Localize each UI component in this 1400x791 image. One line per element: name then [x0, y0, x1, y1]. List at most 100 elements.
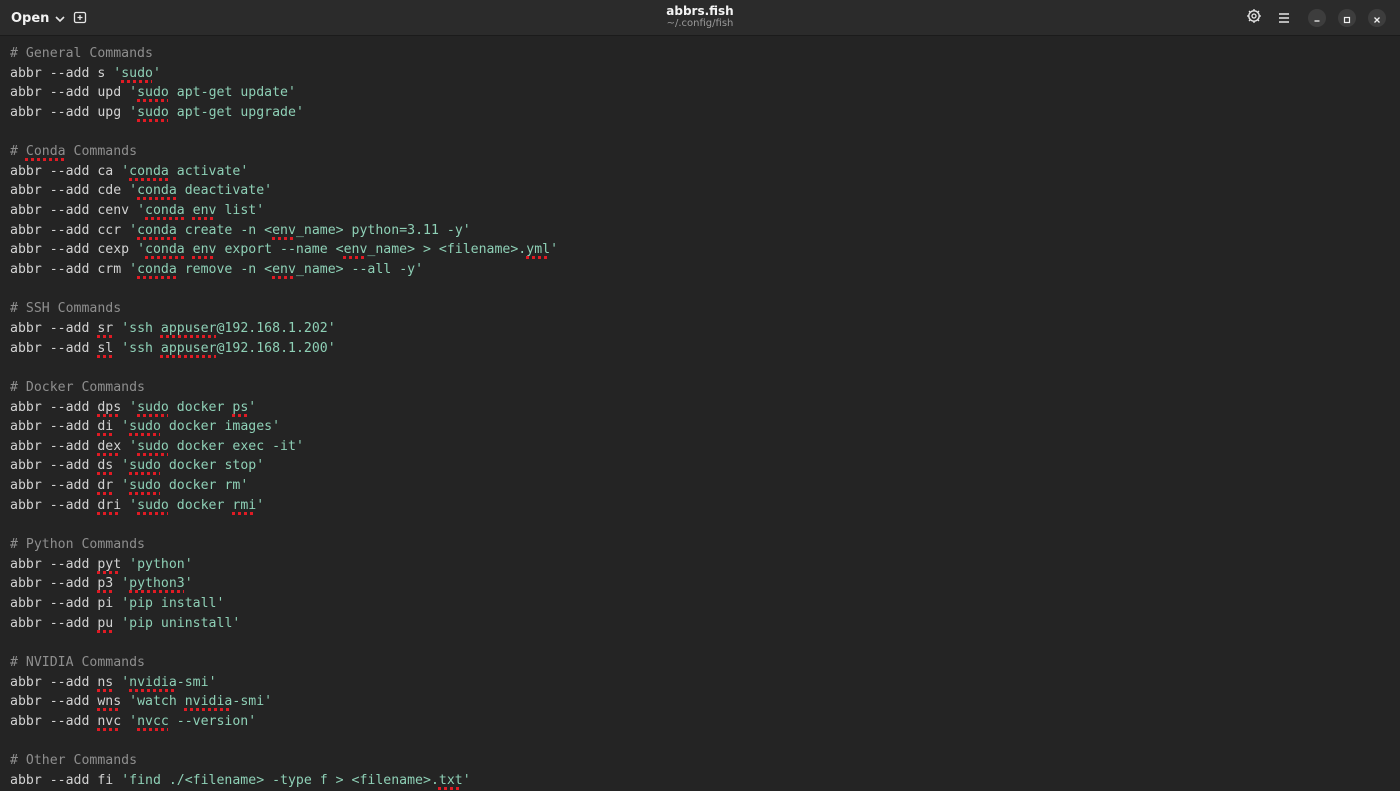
- abbr-keyword: abbr --add: [10, 242, 98, 258]
- abbr-keyword: abbr --add: [10, 399, 98, 415]
- abbr-expansion: 'sudo docker rmi': [129, 497, 265, 513]
- code-line: abbr --add ca 'conda activate': [10, 162, 1400, 182]
- abbr-name: upg: [97, 104, 122, 120]
- abbr-name: cenv: [97, 203, 130, 219]
- abbr-keyword: abbr --add: [10, 674, 98, 690]
- code-line: abbr --add dps 'sudo docker ps': [10, 398, 1400, 418]
- code-line: abbr --add upd 'sudo apt-get update': [10, 83, 1400, 103]
- new-tab-button[interactable]: [68, 6, 92, 30]
- abbr-name: ds: [97, 458, 114, 474]
- abbr-name: cde: [97, 183, 122, 199]
- code-line: abbr --add pi 'pip install': [10, 594, 1400, 614]
- abbr-expansion: 'sudo apt-get update': [129, 85, 296, 101]
- gear-icon: [1246, 8, 1262, 28]
- abbr-name: di: [97, 419, 114, 435]
- code-line: abbr --add p3 'python3': [10, 574, 1400, 594]
- abbr-keyword: abbr --add: [10, 262, 98, 278]
- abbr-expansion: 'sudo docker ps': [129, 399, 257, 415]
- abbr-name: ca: [97, 163, 114, 179]
- abbr-name: sl: [97, 340, 114, 356]
- abbr-expansion: 'sudo docker rm': [121, 478, 249, 494]
- abbr-name: upd: [97, 85, 122, 101]
- code-line: abbr --add cde 'conda deactivate': [10, 181, 1400, 201]
- main-menu-button[interactable]: [1272, 6, 1296, 30]
- code-line: abbr --add di 'sudo docker images': [10, 417, 1400, 437]
- abbr-name: pyt: [97, 556, 122, 572]
- abbr-name: ccr: [97, 222, 122, 238]
- hamburger-menu-icon: [1277, 9, 1291, 28]
- abbr-keyword: abbr --add: [10, 65, 98, 81]
- abbr-name: fi: [97, 772, 114, 788]
- abbr-keyword: abbr --add: [10, 615, 98, 631]
- abbr-keyword: abbr --add: [10, 458, 98, 474]
- abbr-expansion: 'pip install': [121, 595, 225, 611]
- abbr-keyword: abbr --add: [10, 104, 98, 120]
- abbr-name: pu: [97, 615, 114, 631]
- code-line: abbr --add cenv 'conda env list': [10, 201, 1400, 221]
- window-controls: [1242, 6, 1386, 30]
- settings-button[interactable]: [1242, 6, 1266, 30]
- abbr-expansion: 'sudo docker images': [121, 419, 281, 435]
- abbr-name: dps: [97, 399, 122, 415]
- maximize-button[interactable]: [1338, 9, 1356, 27]
- minimize-icon: [1313, 9, 1321, 28]
- abbr-keyword: abbr --add: [10, 438, 98, 454]
- code-line: abbr --add ccr 'conda create -n <env_nam…: [10, 221, 1400, 241]
- abbr-keyword: abbr --add: [10, 556, 98, 572]
- abbr-expansion: 'sudo docker exec -it': [129, 438, 304, 454]
- abbr-keyword: abbr --add: [10, 478, 98, 494]
- abbr-keyword: abbr --add: [10, 694, 98, 710]
- code-line: abbr --add dr 'sudo docker rm': [10, 476, 1400, 496]
- abbr-keyword: abbr --add: [10, 497, 98, 513]
- code-line: abbr --add cexp 'conda env export --name…: [10, 240, 1400, 260]
- abbr-keyword: abbr --add: [10, 713, 98, 729]
- code-line: abbr --add ds 'sudo docker stop': [10, 456, 1400, 476]
- abbr-expansion: 'find ./<filename> -type f > <filename>.…: [121, 772, 471, 788]
- abbr-keyword: abbr --add: [10, 203, 98, 219]
- abbr-name: dr: [97, 478, 114, 494]
- abbr-name: dex: [97, 438, 122, 454]
- window-subtitle: ~/.config/fish: [666, 18, 734, 29]
- abbr-expansion: 'conda env export --name <env_name> > <f…: [137, 242, 559, 258]
- abbr-name: crm: [97, 262, 122, 278]
- abbr-keyword: abbr --add: [10, 595, 98, 611]
- code-line: abbr --add fi 'find ./<filename> -type f…: [10, 771, 1400, 791]
- abbr-expansion: 'ssh appuser@192.168.1.202': [121, 320, 336, 336]
- abbr-expansion: 'pip uninstall': [121, 615, 241, 631]
- comment-line: # Python Commands: [10, 537, 146, 553]
- open-button-label: Open: [11, 10, 50, 26]
- abbr-expansion: 'conda create -n <env_name> python=3.11 …: [129, 222, 471, 238]
- abbr-name: nvc: [97, 713, 122, 729]
- code-line: abbr --add dex 'sudo docker exec -it': [10, 437, 1400, 457]
- close-button[interactable]: [1368, 9, 1386, 27]
- abbr-expansion: 'conda env list': [137, 203, 265, 219]
- abbr-name: p3: [97, 576, 114, 592]
- comment-line: # SSH Commands: [10, 301, 122, 317]
- abbr-keyword: abbr --add: [10, 85, 98, 101]
- abbr-keyword: abbr --add: [10, 576, 98, 592]
- open-button[interactable]: Open: [4, 5, 72, 31]
- abbr-keyword: abbr --add: [10, 320, 98, 336]
- abbr-expansion: 'nvidia-smi': [121, 674, 217, 690]
- maximize-icon: [1343, 9, 1351, 28]
- abbr-name: pi: [97, 595, 114, 611]
- abbr-expansion: 'conda deactivate': [129, 183, 273, 199]
- title-block: abbrs.fish ~/.config/fish: [0, 4, 1400, 30]
- abbr-name: sr: [97, 320, 114, 336]
- text-editor[interactable]: # General Commands abbr --add s 'sudo' abb…: [10, 44, 1400, 791]
- abbr-expansion: 'python3': [121, 576, 193, 592]
- code-line: abbr --add sl 'ssh appuser@192.168.1.200…: [10, 339, 1400, 359]
- abbr-name: wns: [97, 694, 122, 710]
- code-line: abbr --add crm 'conda remove -n <env_nam…: [10, 260, 1400, 280]
- code-line: abbr --add sr 'ssh appuser@192.168.1.202…: [10, 319, 1400, 339]
- code-line: abbr --add nvc 'nvcc --version': [10, 712, 1400, 732]
- comment-line: # NVIDIA Commands: [10, 654, 146, 670]
- minimize-button[interactable]: [1308, 9, 1326, 27]
- comment-line: # Docker Commands: [10, 379, 146, 395]
- abbr-expansion: 'sudo apt-get upgrade': [129, 104, 304, 120]
- abbr-keyword: abbr --add: [10, 419, 98, 435]
- abbr-keyword: abbr --add: [10, 183, 98, 199]
